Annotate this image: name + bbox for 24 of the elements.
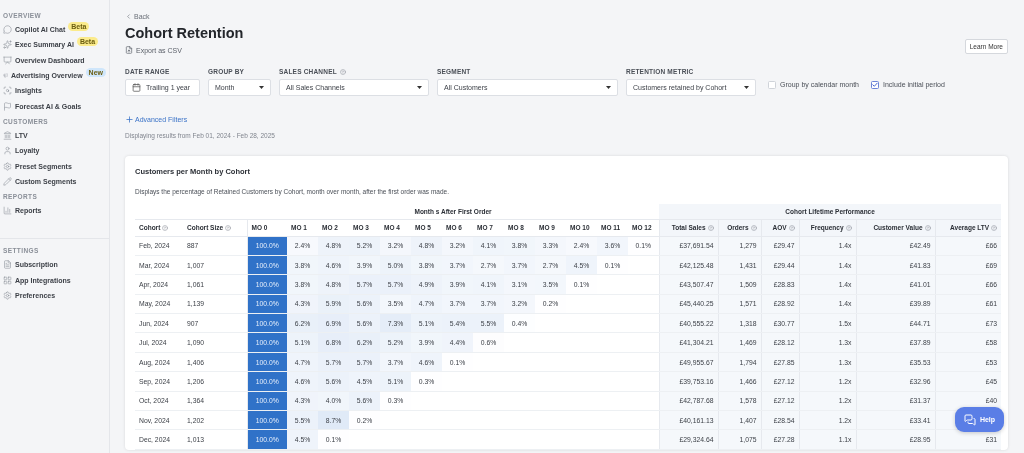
- pencil-icon: [3, 176, 12, 186]
- caret-icon: [417, 86, 422, 89]
- megaphone-icon: [3, 71, 8, 81]
- document-icon: [3, 260, 12, 270]
- flag-icon: [3, 101, 12, 111]
- bank-icon: [3, 130, 12, 140]
- plus-icon: [125, 115, 134, 124]
- bar-chart-icon: [3, 206, 12, 216]
- settings-icon: [3, 161, 12, 171]
- settings-icon: [3, 291, 12, 300]
- caret-icon: [259, 86, 264, 89]
- checkbox[interactable]: [871, 80, 879, 89]
- chat-icon: [963, 413, 976, 426]
- export-icon: [125, 46, 133, 54]
- page-title: Cohort Retention: [125, 25, 244, 41]
- calendar-icon: [132, 83, 141, 92]
- dashboard-icon: [3, 55, 12, 65]
- person-icon: [3, 146, 12, 156]
- caret-icon: [744, 86, 749, 89]
- chevron-left-icon: [125, 13, 132, 20]
- caret-icon: [606, 86, 611, 89]
- chat-bubble-icon: [3, 25, 12, 35]
- sparkle-icon: [3, 40, 12, 50]
- grid-icon: [3, 275, 12, 285]
